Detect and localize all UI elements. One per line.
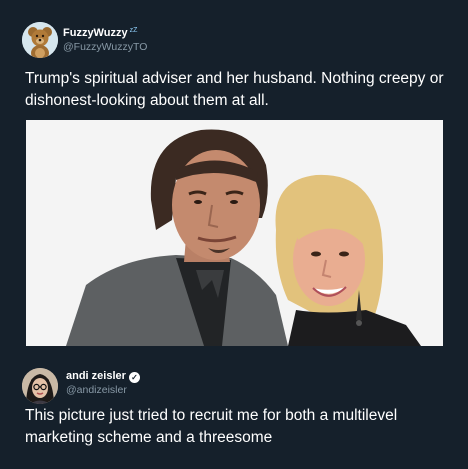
teddy-bear-icon <box>22 22 58 58</box>
verified-badge-icon: ✓ <box>128 372 140 383</box>
display-name[interactable]: FuzzyWuzzy zZ <box>63 27 137 39</box>
user-avatar <box>22 368 58 404</box>
tweet-text: This picture just tried to recruit me fo… <box>25 407 398 446</box>
handle[interactable]: @andizeisler <box>66 384 127 396</box>
quote-tweet-card[interactable]: andi zeisler ✓ @andizeisler This picture … <box>0 355 468 469</box>
avatar[interactable] <box>22 22 58 58</box>
couple-photo <box>26 120 443 346</box>
tweet-photo[interactable] <box>26 120 443 346</box>
tweet-card[interactable]: FuzzyWuzzy zZ @FuzzyWuzzyTO Trump's spiri… <box>0 0 468 355</box>
display-name[interactable]: andi zeisler ✓ <box>66 370 140 383</box>
tweet-text: Trump's spiritual adviser and her husban… <box>25 70 444 109</box>
avatar[interactable] <box>22 368 58 404</box>
handle[interactable]: @FuzzyWuzzyTO <box>63 41 147 53</box>
sleep-badge: zZ <box>129 27 138 34</box>
